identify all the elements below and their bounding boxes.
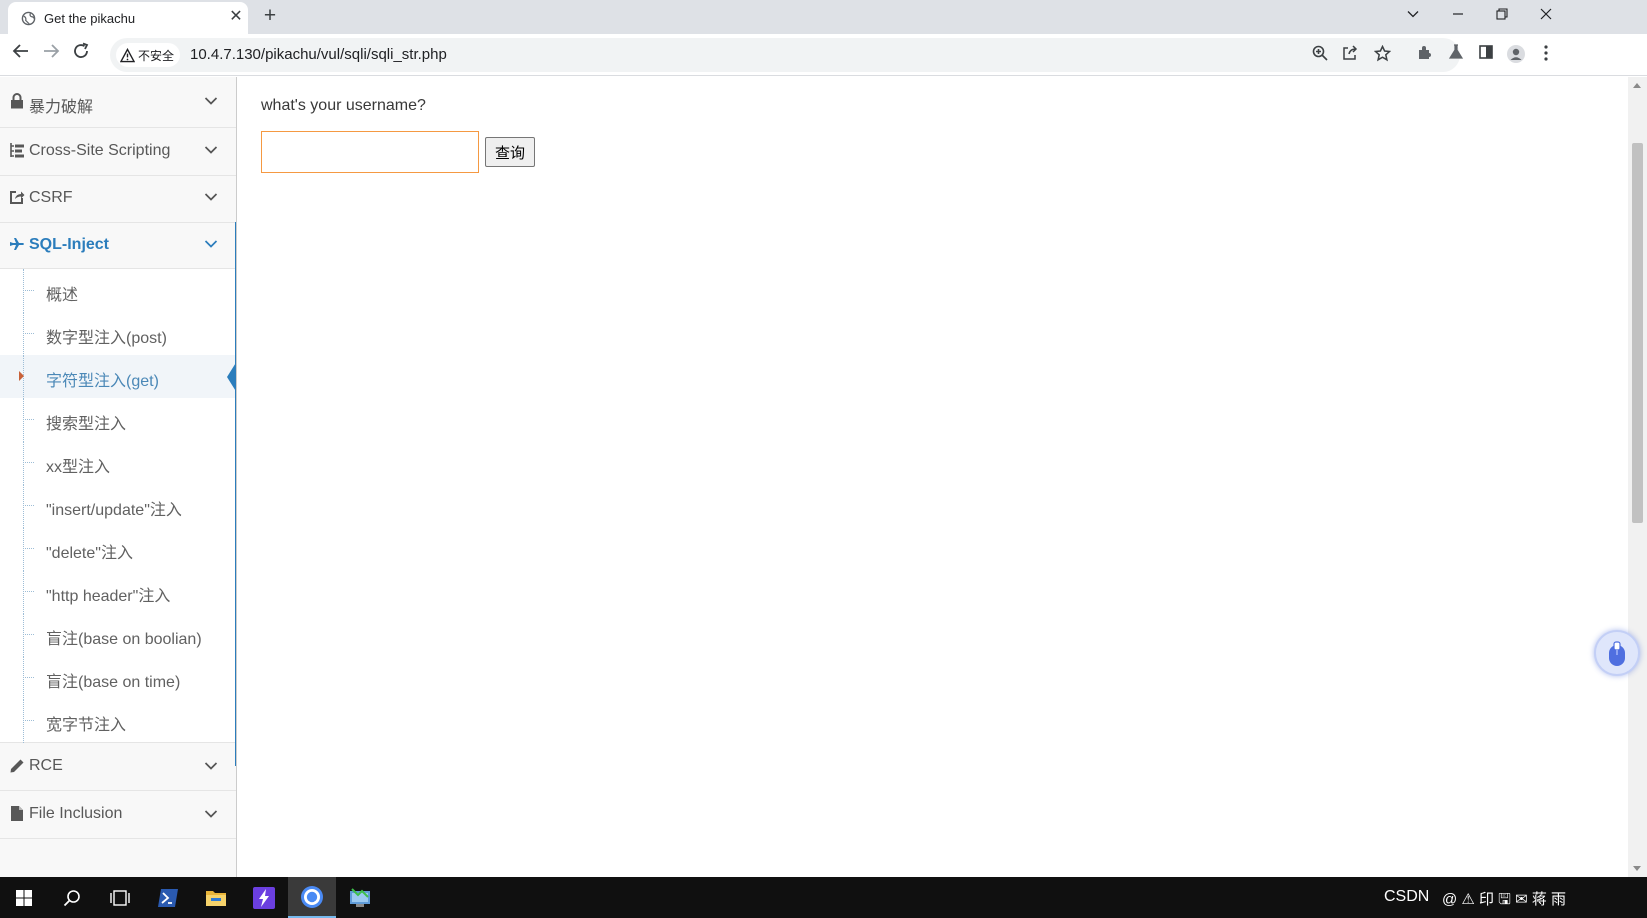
page-scrollbar[interactable]: [1628, 77, 1647, 877]
sidebar-item-label: SQL-Inject: [29, 236, 110, 253]
sidebar-item-xss[interactable]: Cross-Site Scripting: [0, 128, 236, 176]
tray-csdn-text: CSDN: [1384, 888, 1430, 905]
profile-icon[interactable]: [1505, 44, 1527, 66]
browser-toolbar: 不安全 10.4.7.130/pikachu/vul/sqli/sqli_str…: [0, 34, 1647, 76]
share-square-icon: [8, 189, 26, 207]
submenu-item-label: "http header"注入: [46, 588, 171, 605]
windows-start-icon[interactable]: [0, 877, 48, 918]
sidebar-item-brute-force[interactable]: 暴力破解: [0, 77, 236, 128]
powershell-icon[interactable]: [144, 877, 192, 918]
chevron-down-icon: [204, 94, 222, 112]
browser-tab-strip: Get the pikachu ✕ +: [0, 0, 1647, 34]
sidebar-item-sql-inject[interactable]: SQL-Inject: [0, 223, 236, 269]
url-text[interactable]: 10.4.7.130/pikachu/vul/sqli/sqli_str.php: [190, 46, 447, 63]
globe-icon: [21, 11, 36, 26]
submenu-item-label: 数字型注入(post): [46, 330, 167, 347]
address-bar[interactable]: 不安全 10.4.7.130/pikachu/vul/sqli/sqli_str…: [110, 38, 1460, 72]
browser-tab[interactable]: Get the pikachu ✕: [8, 2, 248, 34]
username-prompt: what's your username?: [261, 97, 426, 114]
submenu-item-label: "insert/update"注入: [46, 502, 182, 519]
submenu-item-current[interactable]: 字符型注入(get): [0, 355, 236, 399]
lock-icon: [8, 93, 26, 111]
file-icon: [8, 805, 26, 823]
submenu-item[interactable]: "http header"注入: [0, 570, 235, 614]
tray-icons[interactable]: @ ⚠ 印 🖫 ✉ 蒋 雨: [1442, 888, 1566, 914]
scroll-up-arrow-icon[interactable]: [1633, 83, 1641, 88]
search-icon[interactable]: [48, 877, 96, 918]
sidebar-item-label: RCE: [29, 757, 63, 774]
reload-icon[interactable]: [68, 42, 94, 68]
chevron-down-icon: [204, 143, 222, 161]
security-label: 不安全: [138, 48, 175, 63]
submenu-item-label: 字符型注入(get): [46, 373, 159, 390]
tree-list-icon: [8, 142, 26, 160]
sidebar-item-label: 暴力破解: [29, 99, 94, 116]
visual-studio-icon[interactable]: [240, 877, 288, 918]
share-icon[interactable]: [1340, 45, 1360, 65]
restore-icon[interactable]: [1487, 2, 1517, 28]
submenu-item[interactable]: xx型注入: [0, 441, 235, 485]
minimize-icon[interactable]: [1443, 2, 1473, 28]
submenu-item-label: xx型注入: [46, 459, 111, 476]
submenu-item[interactable]: "insert/update"注入: [0, 484, 235, 528]
sidebar-item-label: CSRF: [29, 189, 73, 206]
submenu-item[interactable]: 概述: [0, 269, 235, 313]
submenu-item[interactable]: "delete"注入: [0, 527, 235, 571]
submenu-item-label: 概述: [46, 287, 79, 304]
kebab-menu-icon[interactable]: [1535, 44, 1557, 66]
side-panel-icon[interactable]: [1475, 44, 1497, 66]
caret-right-icon: [19, 371, 24, 381]
sidebar-item-csrf[interactable]: CSRF: [0, 176, 236, 223]
close-window-icon[interactable]: [1531, 2, 1561, 28]
sidebar-nav: 暴力破解 Cross-Site Scripting CSRF SQL-Injec…: [0, 77, 237, 877]
back-arrow-icon[interactable]: [8, 42, 34, 68]
new-tab-button[interactable]: +: [258, 4, 282, 28]
pencil-icon: [8, 758, 26, 776]
task-view-icon[interactable]: [96, 877, 144, 918]
sidebar-item-file-inclusion[interactable]: File Inclusion: [0, 791, 236, 839]
file-explorer-icon[interactable]: [192, 877, 240, 918]
submenu-item[interactable]: 搜索型注入: [0, 398, 235, 442]
tab-close-icon[interactable]: ✕: [226, 7, 246, 27]
security-chip[interactable]: 不安全: [116, 43, 181, 67]
tab-title: Get the pikachu: [44, 11, 136, 26]
tab-search-icon[interactable]: [1398, 2, 1428, 28]
floating-assistant-button[interactable]: [1594, 630, 1640, 676]
scroll-thumb[interactable]: [1632, 143, 1643, 523]
lab-flask-icon[interactable]: [1445, 44, 1467, 66]
sidebar-item-rce[interactable]: RCE: [0, 744, 236, 791]
submenu-item-label: "delete"注入: [46, 545, 133, 562]
extensions-icon[interactable]: [1414, 44, 1436, 66]
submenu-item-label: 盲注(base on boolian): [46, 631, 202, 648]
submenu-item[interactable]: 盲注(base on boolian): [0, 613, 235, 657]
mouse-device-icon: [1609, 641, 1625, 666]
submenu-item[interactable]: 数字型注入(post): [0, 312, 235, 356]
sidebar-item-label: File Inclusion: [29, 805, 123, 822]
submenu-item-label: 搜索型注入: [46, 416, 127, 433]
chevron-down-icon: [204, 807, 222, 825]
bookmark-star-icon[interactable]: [1372, 44, 1392, 65]
sidebar-item-label: Cross-Site Scripting: [29, 142, 171, 159]
submenu-item[interactable]: 盲注(base on time): [0, 656, 235, 700]
submenu-item-label: 宽字节注入: [46, 717, 127, 734]
fighter-jet-icon: [8, 237, 26, 255]
forward-arrow-icon[interactable]: [38, 42, 64, 68]
username-input[interactable]: [261, 131, 479, 173]
chevron-down-icon: [204, 237, 222, 255]
network-tool-icon[interactable]: [336, 877, 384, 918]
warning-icon: [120, 47, 135, 62]
chrome-icon[interactable]: [288, 877, 336, 918]
windows-taskbar: CSDN @ ⚠ 印 🖫 ✉ 蒋 雨: [0, 877, 1647, 918]
chevron-down-icon: [204, 190, 222, 208]
scroll-down-arrow-icon[interactable]: [1633, 866, 1641, 871]
chevron-down-icon: [204, 759, 222, 777]
query-button[interactable]: 查询: [485, 137, 535, 167]
submenu-item[interactable]: 宽字节注入: [0, 699, 235, 743]
zoom-icon[interactable]: [1310, 45, 1330, 65]
main-content: what's your username? 查询: [237, 77, 1628, 877]
submenu-item-label: 盲注(base on time): [46, 674, 181, 691]
